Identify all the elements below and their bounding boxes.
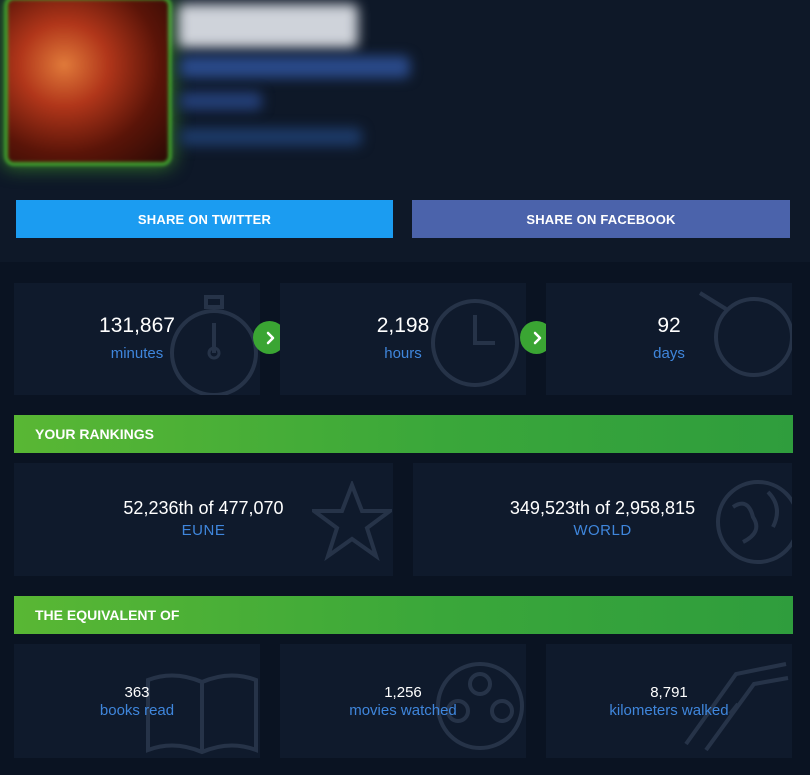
days-label: days bbox=[653, 345, 685, 362]
avatar bbox=[8, 0, 168, 162]
region-rank-value: 52,236th of 477,070 bbox=[123, 498, 284, 518]
equivalent-card-walked: 8,791 kilometers walked bbox=[546, 644, 792, 758]
minutes-label: minutes bbox=[110, 345, 164, 362]
share-facebook-button[interactable]: SHARE ON FACEBOOK bbox=[412, 200, 790, 238]
rankings-header: YOUR RANKINGS bbox=[14, 415, 793, 453]
ranking-card-world: 349,523th of 2,958,815 WORLD bbox=[413, 463, 792, 576]
calendar-icon bbox=[698, 291, 792, 377]
movies-value: 1,256 bbox=[384, 684, 422, 701]
movies-label: movies watched bbox=[349, 702, 457, 719]
equivalent-header: THE EQUIVALENT OF bbox=[14, 596, 793, 634]
stopwatch-icon bbox=[170, 295, 258, 395]
stat-card-hours: 2,198 hours bbox=[280, 283, 526, 395]
blurred-profile-line bbox=[180, 128, 362, 146]
clock-icon bbox=[431, 299, 519, 387]
star-icon bbox=[312, 481, 392, 561]
days-value: 92 bbox=[657, 314, 681, 337]
walked-value: 8,791 bbox=[650, 684, 688, 701]
minutes-value: 131,867 bbox=[99, 314, 175, 337]
profile-header: SHARE ON TWITTER SHARE ON FACEBOOK bbox=[0, 0, 810, 262]
blurred-profile-line bbox=[180, 92, 262, 110]
stat-card-minutes: 131,867 minutes bbox=[14, 283, 260, 395]
share-twitter-button[interactable]: SHARE ON TWITTER bbox=[16, 200, 393, 238]
world-rank-label: WORLD bbox=[573, 522, 632, 539]
blurred-profile-line bbox=[180, 56, 410, 78]
blurred-username bbox=[178, 4, 358, 48]
walked-label: kilometers walked bbox=[609, 702, 729, 719]
world-rank-value: 349,523th of 2,958,815 bbox=[509, 498, 696, 518]
hours-value: 2,198 bbox=[376, 314, 430, 337]
equivalent-card-movies: 1,256 movies watched bbox=[280, 644, 526, 758]
ranking-card-region: 52,236th of 477,070 EUNE bbox=[14, 463, 393, 576]
equivalent-card-books: 363 books read bbox=[14, 644, 260, 758]
hours-label: hours bbox=[384, 345, 422, 362]
books-value: 363 bbox=[124, 684, 150, 701]
region-rank-label: EUNE bbox=[181, 522, 226, 539]
books-label: books read bbox=[99, 702, 175, 719]
stat-card-days: 92 days bbox=[546, 283, 792, 395]
